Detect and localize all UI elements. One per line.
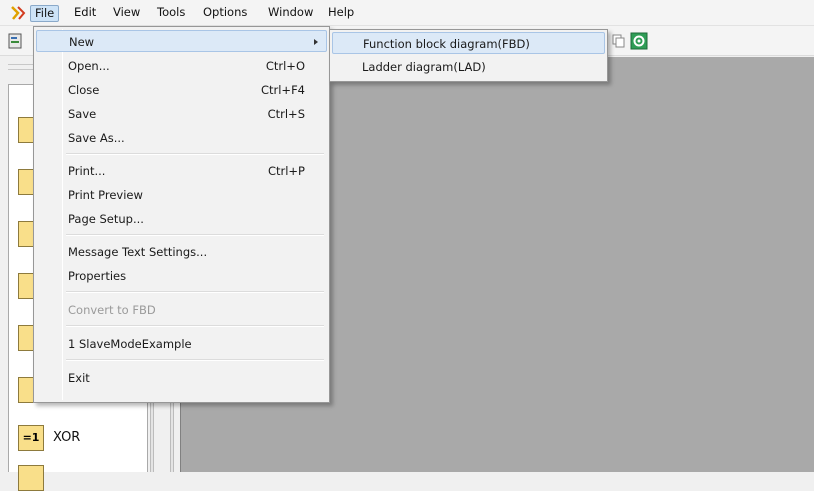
new-lad-label: Ladder diagram(LAD) — [362, 60, 486, 74]
file-menu-properties[interactable]: Properties — [36, 265, 327, 287]
new-fbd-item[interactable]: Function block diagram(FBD) — [332, 32, 605, 54]
file-menu-print-preview-label: Print Preview — [68, 188, 143, 202]
menu-bar: File Edit View Tools Options Window Help — [0, 0, 814, 26]
file-menu-print-label: Print... — [68, 164, 106, 178]
file-menu-exit[interactable]: Exit — [36, 367, 327, 389]
file-menu-close[interactable]: Close Ctrl+F4 — [36, 79, 327, 101]
file-menu-print-shortcut: Ctrl+P — [267, 164, 305, 178]
file-menu-close-shortcut: Ctrl+F4 — [260, 83, 305, 97]
menu-options[interactable]: Options — [199, 5, 251, 22]
file-menu-print-preview[interactable]: Print Preview — [36, 184, 327, 206]
menu-window[interactable]: Window — [264, 5, 317, 22]
file-menu-new[interactable]: New — [36, 30, 327, 52]
copy-icon[interactable] — [612, 34, 626, 48]
file-menu-page-setup-label: Page Setup... — [68, 212, 144, 226]
palette-block[interactable] — [18, 465, 44, 491]
file-menu-recent-1[interactable]: 1 SlaveModeExample — [36, 333, 327, 355]
file-menu-save-label: Save — [68, 107, 97, 121]
submenu-arrow-icon — [314, 39, 318, 45]
file-menu-recent-1-label: 1 SlaveModeExample — [68, 337, 192, 351]
file-menu-print[interactable]: Print... Ctrl+P — [36, 160, 327, 182]
menu-separator — [66, 325, 324, 327]
menu-separator — [66, 359, 324, 361]
file-menu-save-shortcut: Ctrl+S — [267, 107, 305, 121]
simulation-icon[interactable] — [630, 32, 648, 50]
app-logo-icon — [11, 6, 26, 20]
new-submenu: Function block diagram(FBD) Ladder diagr… — [329, 29, 608, 82]
file-menu-close-label: Close — [68, 83, 100, 97]
menu-view[interactable]: View — [109, 5, 144, 22]
file-menu-open[interactable]: Open... Ctrl+O — [36, 55, 327, 77]
file-menu-open-shortcut: Ctrl+O — [265, 59, 305, 73]
file-menu-dropdown: New Open... Ctrl+O Close Ctrl+F4 Save Ct… — [33, 26, 330, 403]
file-menu-convert-to-fbd-label: Convert to FBD — [68, 303, 156, 317]
menu-help[interactable]: Help — [324, 5, 358, 22]
menu-separator — [66, 153, 324, 155]
new-program-icon[interactable] — [8, 33, 24, 49]
menu-edit[interactable]: Edit — [70, 5, 100, 22]
file-menu-page-setup[interactable]: Page Setup... — [36, 208, 327, 230]
xor-symbol: =1 — [22, 431, 40, 444]
file-menu-save-as[interactable]: Save As... — [36, 127, 327, 149]
menu-tools[interactable]: Tools — [153, 5, 189, 22]
palette-block-xor[interactable]: =1 — [18, 425, 44, 451]
menu-file[interactable]: File — [30, 5, 60, 22]
new-lad-item[interactable]: Ladder diagram(LAD) — [332, 56, 605, 78]
file-menu-properties-label: Properties — [68, 269, 127, 283]
menu-separator — [66, 291, 324, 293]
menu-separator — [66, 234, 324, 236]
file-menu-save[interactable]: Save Ctrl+S — [36, 103, 327, 125]
file-menu-message-text-settings-label: Message Text Settings... — [68, 245, 208, 259]
file-menu-save-as-label: Save As... — [68, 131, 125, 145]
file-menu-new-label: New — [69, 35, 95, 49]
file-menu-message-text-settings[interactable]: Message Text Settings... — [36, 241, 327, 263]
new-fbd-label: Function block diagram(FBD) — [363, 37, 530, 51]
file-menu-exit-label: Exit — [68, 371, 90, 385]
palette-label-xor[interactable]: XOR — [53, 425, 80, 451]
file-menu-open-label: Open... — [68, 59, 110, 73]
file-menu-convert-to-fbd: Convert to FBD — [36, 299, 327, 321]
